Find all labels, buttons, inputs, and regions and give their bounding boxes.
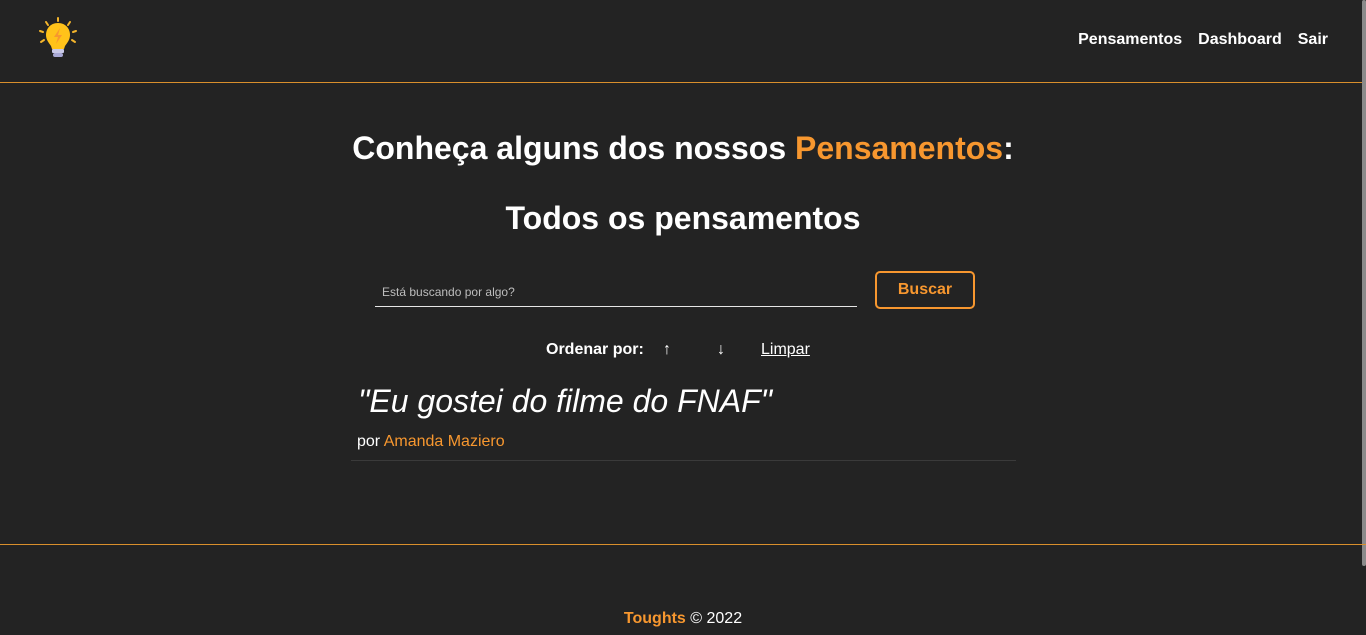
sort-descending-icon[interactable]: ↓ (717, 341, 725, 359)
nav-link-dashboard[interactable]: Dashboard (1198, 31, 1282, 49)
footer-text: Toughts © 2022 (0, 610, 1366, 628)
footer-copyright: © 2022 (685, 610, 743, 627)
section-title: Todos os pensamentos (505, 200, 861, 236)
search-input[interactable] (375, 274, 857, 307)
lightbulb-icon[interactable] (36, 16, 80, 60)
navbar: Pensamentos Dashboard Sair (0, 0, 1366, 83)
author-name: Amanda Maziero (383, 433, 505, 450)
clear-filter-link[interactable]: Limpar (761, 341, 810, 359)
thought-author: por Amanda Maziero (357, 433, 505, 451)
footer-brand: Toughts (623, 610, 686, 627)
search-button[interactable]: Buscar (875, 271, 975, 309)
nav-links: Pensamentos Dashboard Sair (1078, 31, 1328, 49)
page-title-prefix: Conheça alguns dos nossos (352, 130, 795, 166)
order-label: Ordenar por: (546, 341, 644, 358)
sort-ascending-icon[interactable]: ↑ (663, 341, 671, 359)
thought-author-prefix: por (357, 433, 384, 450)
page-title: Conheça alguns dos nossos Pensamentos: (0, 130, 1366, 167)
scrollbar[interactable] (1362, 0, 1366, 566)
page-title-suffix: : (1003, 130, 1014, 166)
thought-text: "Eu gostei do filme do FNAF" (358, 383, 772, 419)
nav-link-sair[interactable]: Sair (1298, 31, 1328, 49)
nav-link-pensamentos[interactable]: Pensamentos (1078, 31, 1182, 49)
thought-card: "Eu gostei do filme do FNAF" por Amanda … (351, 383, 1016, 461)
page-title-accent: Pensamentos (795, 130, 1004, 166)
footer: Toughts © 2022 (0, 544, 1366, 635)
